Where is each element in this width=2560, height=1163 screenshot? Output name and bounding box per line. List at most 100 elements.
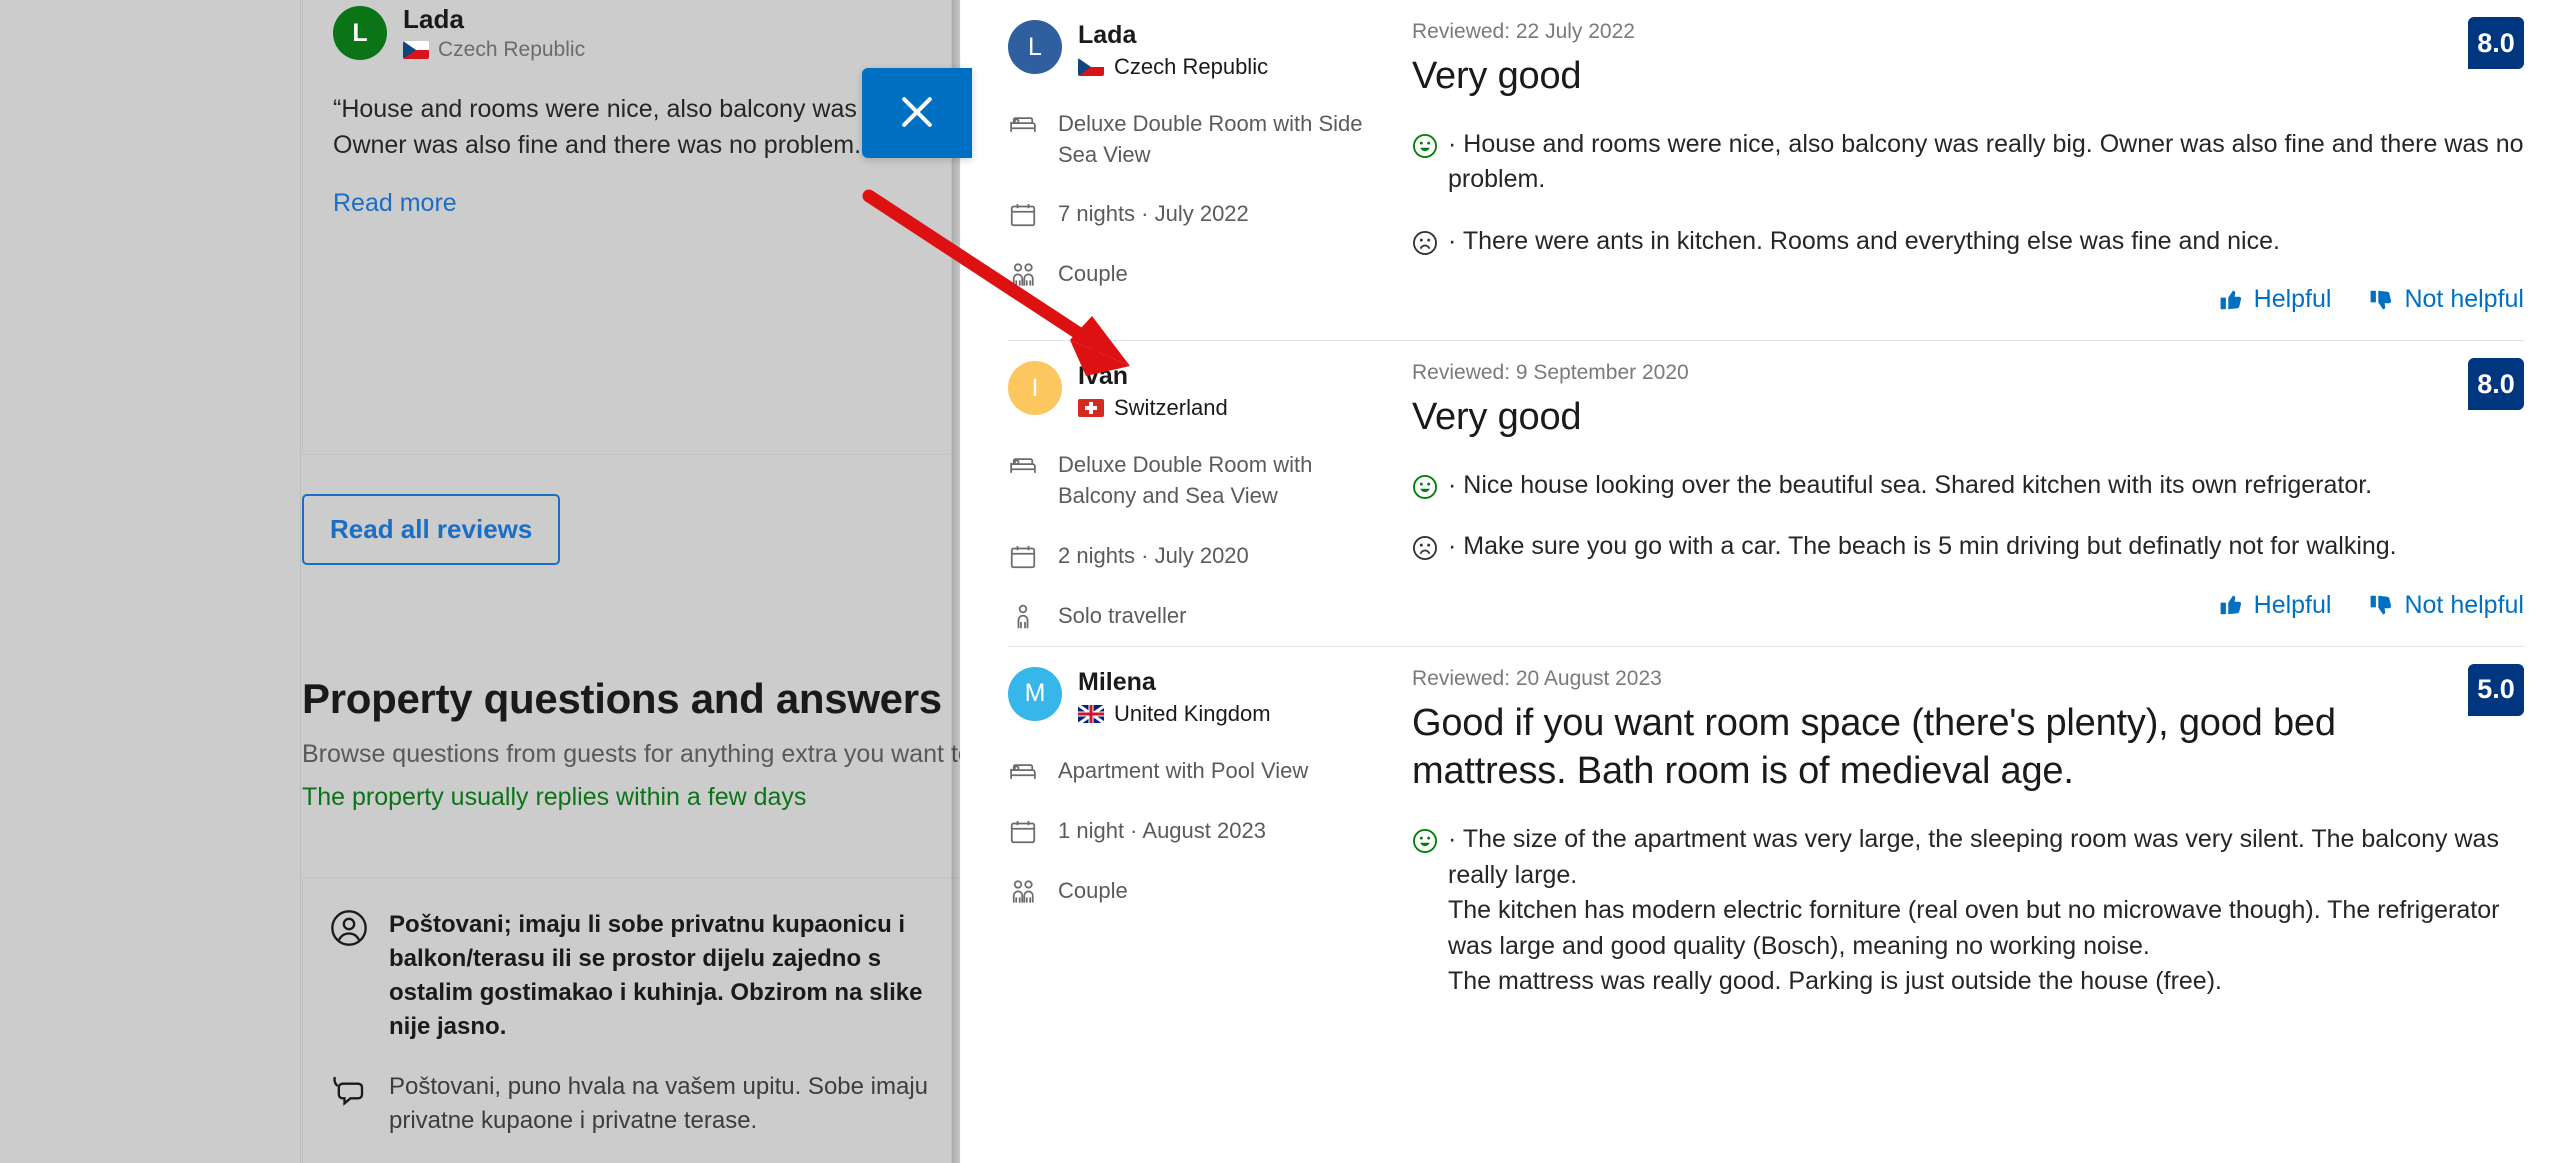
review-title: Very good [1412, 396, 1582, 439]
review-room-label: Apartment with Pool View [1058, 757, 1309, 783]
couple-icon [1008, 877, 1038, 907]
qa-question-text: Poštovani; imaju li sobe privatnu kupaon… [389, 911, 923, 1041]
reviewer-country: Czech Republic [1078, 54, 1268, 80]
thumbs-up-icon [2219, 593, 2243, 617]
read-more-link[interactable]: Read more [333, 189, 921, 218]
review-negative: · There were ants in kitchen. Rooms and … [1412, 224, 2524, 260]
helpful-button-label: Helpful [2253, 590, 2332, 619]
review-meta-column: L Lada Czech Republic Deluxe Double Room wi… [1008, 0, 1386, 340]
not-helpful-button[interactable]: Not helpful [2369, 591, 2524, 620]
review-party-row: Couple [1008, 875, 1386, 907]
background-review-header: L Lada Czech Republic [333, 4, 921, 62]
bed-icon [1008, 451, 1038, 481]
review-meta-column: I Ivan Switzerland Deluxe Double Room with … [1008, 341, 1386, 646]
score-badge: 5.0 [2468, 663, 2524, 716]
bed-icon [1008, 110, 1038, 140]
reviewer-block: M Milena United Kingdom [1008, 666, 1386, 727]
qa-reply-note: The property usually replies within a fe… [302, 783, 807, 811]
avatar: M [1008, 666, 1062, 721]
review-room-label: Deluxe Double Room with Side Sea View [1058, 111, 1363, 168]
review-positive-text: · House and rooms were nice, also balcon… [1448, 129, 2524, 194]
review-content-column: Reviewed: 22 July 2022 Very good 8.0 · Hous… [1386, 0, 2524, 340]
score-badge: 8.0 [2468, 17, 2524, 69]
review-item: L Lada Czech Republic Deluxe Double Room wi… [960, 0, 2560, 340]
happy-face-icon [1412, 474, 1438, 500]
reviews-list: L Lada Czech Republic Deluxe Double Room wi… [960, 0, 2560, 1000]
close-icon [895, 90, 939, 137]
calendar-icon [1008, 542, 1038, 572]
reviewer-country: United Kingdom [1078, 701, 1271, 727]
qa-question-row: Poštovani; imaju li sobe privatnu kupaon… [329, 908, 935, 1044]
review-party-label: Couple [1058, 261, 1128, 287]
calendar-icon [1008, 817, 1038, 847]
czech-republic-flag-icon [1078, 58, 1104, 76]
review-party-label: Couple [1058, 877, 1128, 903]
reviewer-block: L Lada Czech Republic [1008, 20, 1386, 80]
united-kingdom-flag-icon [1078, 704, 1104, 723]
review-room-row: Apartment with Pool View [1008, 755, 1386, 787]
reviewer-identity: Ivan Switzerland [1078, 361, 1228, 421]
speech-bubbles-icon [329, 1070, 369, 1110]
reviewer-block: I Ivan Switzerland [1008, 361, 1386, 421]
reviewer-country-label: United Kingdom [1114, 700, 1271, 726]
helpful-button[interactable]: Helpful [2219, 285, 2331, 314]
close-modal-button[interactable] [862, 68, 972, 158]
not-helpful-button-label: Not helpful [2404, 285, 2524, 314]
review-stay-label: 7 nights · July 2022 [1058, 201, 1249, 227]
review-positive: · The size of the apartment was very lar… [1412, 822, 2524, 1000]
review-stay-row: 7 nights · July 2022 [1008, 198, 1386, 230]
sad-face-icon [1412, 535, 1438, 561]
review-body: · Nice house looking over the beautiful … [1412, 468, 2524, 565]
thumbs-down-icon [2369, 593, 2393, 617]
review-stay-label: 2 nights · July 2020 [1058, 542, 1249, 568]
review-stay-row: 2 nights · July 2020 [1008, 540, 1386, 572]
reviews-modal: L Lada Czech Republic Deluxe Double Room wi… [960, 0, 2560, 1163]
review-positive: · Nice house looking over the beautiful … [1412, 468, 2524, 504]
reviewer-name: Milena [1078, 667, 1156, 696]
review-negative-text: · There were ants in kitchen. Rooms and … [1448, 226, 2280, 255]
page-title: Property questions and answers [302, 675, 942, 722]
czech-republic-flag-icon [403, 41, 429, 59]
read-all-reviews-button[interactable]: Read all reviews [302, 494, 561, 565]
review-stay-row: 1 night · August 2023 [1008, 815, 1386, 847]
reviewer-country-label: Switzerland [1114, 395, 1228, 421]
property-qa-section: Property questions and answers Browse qu… [302, 675, 960, 812]
avatar: L [333, 6, 387, 60]
review-title: Very good [1412, 55, 1582, 97]
qa-answer-text: Poštovani, puno hvala na vašem upitu. So… [389, 1073, 929, 1135]
couple-icon [1008, 260, 1038, 290]
happy-face-icon [1412, 133, 1438, 159]
not-helpful-button-label: Not helpful [2404, 590, 2524, 619]
review-title: Good if you want room space (there's ple… [1412, 701, 2336, 793]
reviewer-country: Switzerland [1078, 395, 1228, 421]
review-stay-label: 1 night · August 2023 [1058, 817, 1266, 843]
user-circle-icon [329, 908, 369, 948]
not-helpful-button[interactable]: Not helpful [2369, 285, 2524, 314]
review-meta-column: M Milena United Kingdom Apartment with Pool… [1008, 647, 1386, 1000]
reviewer-identity: Lada Czech Republic [1078, 20, 1268, 80]
review-body: · The size of the apartment was very lar… [1412, 822, 2524, 1000]
review-room-row: Deluxe Double Room with Side Sea View [1008, 108, 1386, 170]
avatar: I [1008, 361, 1062, 416]
review-body: · House and rooms were nice, also balcon… [1412, 127, 2524, 260]
background-reviewer-identity: Lada Czech Republic [403, 4, 585, 62]
score-badge: 8.0 [2468, 358, 2524, 411]
thumbs-up-icon [2219, 288, 2243, 312]
helpful-button[interactable]: Helpful [2219, 590, 2332, 620]
qa-subtitle: Browse questions from guests for anythin… [302, 740, 960, 768]
reviewer-country: Czech Republic [403, 38, 585, 62]
qa-card: Poštovani; imaju li sobe privatnu kupaon… [302, 877, 960, 1163]
happy-face-icon [1412, 828, 1438, 854]
review-negative: · Make sure you go with a car. The beach… [1412, 529, 2524, 565]
avatar: L [1008, 20, 1062, 74]
review-item: I Ivan Switzerland Deluxe Double Room with … [960, 341, 2560, 646]
bed-icon [1008, 757, 1038, 787]
review-positive-text: · The size of the apartment was very lar… [1448, 825, 2500, 995]
switzerland-flag-icon [1078, 399, 1104, 418]
background-property-page: L Lada Czech Republic “House and rooms w… [0, 0, 960, 1163]
calendar-icon [1008, 200, 1038, 230]
review-party-row: Solo traveller [1008, 600, 1386, 632]
thumbs-down-icon [2369, 288, 2393, 312]
review-positive: · House and rooms were nice, also balcon… [1412, 127, 2524, 198]
reviewer-identity: Milena United Kingdom [1078, 667, 1271, 727]
